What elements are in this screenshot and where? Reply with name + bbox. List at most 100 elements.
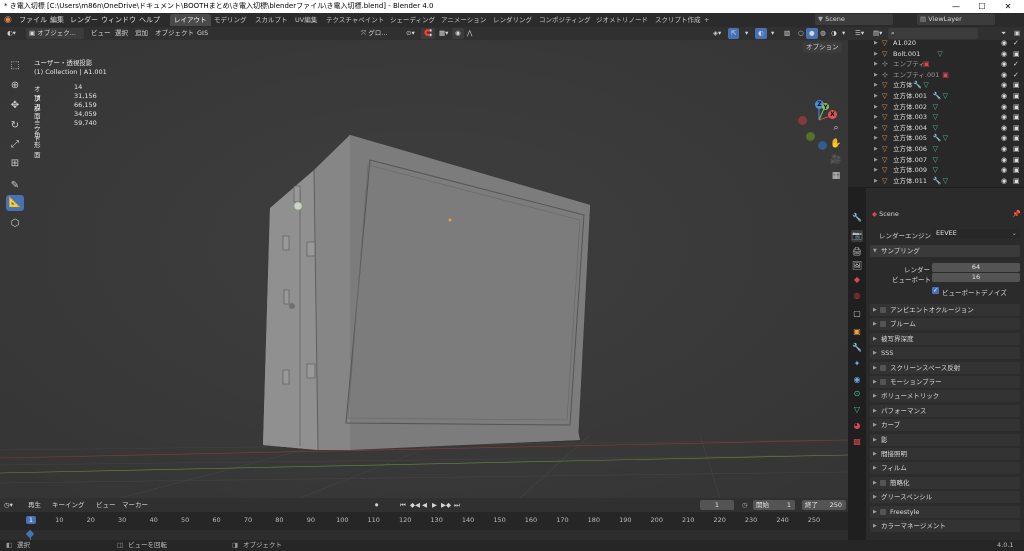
data-tab-icon[interactable]: ▽ bbox=[851, 404, 863, 416]
shading-rendered-icon[interactable]: ◑ bbox=[828, 28, 840, 39]
display-mode-icon[interactable]: ▤▾ bbox=[870, 28, 885, 39]
new-collection-icon[interactable]: ▣ bbox=[1011, 28, 1023, 39]
constraints-tab-icon[interactable]: ⊙ bbox=[851, 388, 863, 400]
overlay-toggle-icon[interactable]: ◐ bbox=[755, 28, 767, 39]
panel-collapsed[interactable]: ▶ Freestyle bbox=[870, 505, 1020, 518]
panel-collapsed[interactable]: ▶ スクリーンスペース反射 bbox=[870, 361, 1020, 374]
view-layer-selector[interactable]: ▤ ViewLayer bbox=[917, 14, 995, 25]
menu-render[interactable]: レンダー bbox=[70, 13, 98, 27]
visibility-eye-icon[interactable]: ◉ bbox=[1001, 123, 1007, 134]
move-icon[interactable]: ✥ bbox=[6, 98, 24, 114]
viewport-denoise-checkbox[interactable]: ✓ bbox=[932, 287, 939, 294]
snap-target-icon[interactable]: ▦▾ bbox=[436, 28, 451, 39]
gizmo-toggle-icon[interactable]: ⇱ bbox=[728, 28, 740, 39]
scene-selector[interactable]: ▼ Scene bbox=[815, 14, 893, 25]
visibility-eye-icon[interactable]: ◉ bbox=[1001, 91, 1007, 102]
visibility-eye-icon[interactable]: ◉ bbox=[1001, 155, 1007, 166]
panel-enable-checkbox[interactable] bbox=[880, 307, 886, 313]
viewport-samples-field[interactable]: 16 bbox=[932, 273, 1020, 282]
expand-arrow-icon[interactable]: ▶ bbox=[874, 155, 878, 166]
outliner-row[interactable]: ▶ ▽ 立方体 🔧 ▽ ◉ ▣ bbox=[848, 80, 1024, 91]
check-icon[interactable]: ✓ bbox=[1013, 70, 1019, 81]
menu-view[interactable]: ビュー bbox=[88, 28, 114, 39]
expand-arrow-icon[interactable]: ▶ bbox=[874, 40, 878, 49]
render-camera-icon[interactable]: ▣ bbox=[1013, 144, 1020, 155]
visibility-eye-icon[interactable]: ◉ bbox=[1001, 40, 1007, 49]
render-camera-icon[interactable]: ▣ bbox=[1013, 165, 1020, 176]
play-reverse-icon[interactable]: ◀ bbox=[422, 500, 427, 510]
tab-scripting[interactable]: スクリプト作成 bbox=[651, 14, 705, 26]
timeline-body[interactable] bbox=[0, 529, 848, 540]
expand-arrow-icon[interactable]: ▶ bbox=[874, 91, 878, 102]
particles-tab-icon[interactable]: ✦ bbox=[851, 358, 863, 370]
panel-sampling[interactable]: ▼ サンプリング bbox=[870, 245, 1020, 257]
tab-compositing[interactable]: コンポジティング bbox=[535, 14, 595, 26]
menu-edit[interactable]: 編集 bbox=[50, 13, 64, 27]
outliner-row[interactable]: ▶ ⊹ エンプティ ▣ ◉ ✓ bbox=[848, 59, 1024, 70]
texture-tab-icon[interactable]: ▩ bbox=[851, 436, 863, 448]
expand-arrow-icon[interactable]: ▶ bbox=[874, 133, 878, 144]
zoom-icon[interactable]: ⌕ bbox=[829, 121, 843, 135]
panel-collapsed[interactable]: ▶ ブルーム bbox=[870, 318, 1020, 331]
measure-icon[interactable]: 📐 bbox=[6, 195, 24, 211]
panel-collapsed[interactable]: ▶ 間接照明 bbox=[870, 448, 1020, 460]
view-layer-tab-icon[interactable]: 🖼 bbox=[851, 260, 863, 272]
panel-collapsed[interactable]: ▶ アンビエントオクルージョン bbox=[870, 304, 1020, 316]
panel-enable-checkbox[interactable] bbox=[880, 364, 886, 371]
gizmo-x-icon[interactable]: X bbox=[828, 110, 837, 119]
menu-gis[interactable]: GIS bbox=[194, 28, 211, 39]
expand-arrow-icon[interactable]: ▶ bbox=[874, 176, 878, 187]
tab-shading[interactable]: シェーディング bbox=[386, 14, 439, 26]
minimize-button[interactable]: — bbox=[946, 0, 966, 13]
check-icon[interactable]: ✓ bbox=[1013, 40, 1019, 49]
panel-enable-checkbox[interactable] bbox=[880, 321, 886, 328]
menu-marker[interactable]: マーカー bbox=[122, 500, 148, 510]
check-icon[interactable]: ✓ bbox=[1013, 59, 1019, 70]
visibility-eye-icon[interactable]: ◉ bbox=[1001, 59, 1007, 70]
outliner-row[interactable]: ▶ ▽ A1.020 ◉ ✓ bbox=[848, 40, 1024, 49]
panel-collapsed[interactable]: ▶ グリースペンシル bbox=[870, 491, 1020, 504]
maximize-button[interactable]: ☐ bbox=[972, 0, 992, 13]
shading-wireframe-icon[interactable]: ○ bbox=[795, 28, 807, 39]
render-camera-icon[interactable]: ▣ bbox=[1013, 155, 1020, 166]
current-frame-field[interactable]: 1 bbox=[700, 500, 734, 510]
options-button[interactable]: オプション bbox=[803, 42, 842, 53]
gizmo-neg-z-icon[interactable] bbox=[818, 141, 827, 150]
panel-collapsed[interactable]: ▶ フィルム bbox=[870, 462, 1020, 475]
panel-collapsed[interactable]: ▶ カラーマネージメント bbox=[870, 520, 1020, 532]
panel-collapsed[interactable]: ▶ カーブ bbox=[870, 419, 1020, 432]
pin-icon[interactable]: 📌 bbox=[1012, 210, 1021, 218]
render-camera-icon[interactable]: ▣ bbox=[1013, 49, 1020, 60]
panel-collapsed[interactable]: ▶ 簡略化 bbox=[870, 476, 1020, 489]
panel-collapsed[interactable]: ▶ 被写界深度 bbox=[870, 332, 1020, 345]
gizmo-neg-x-icon[interactable] bbox=[798, 116, 807, 125]
outliner-row[interactable]: ▶ ▽ 立方体.011 🔧 ▽ ◉ ▣ bbox=[848, 176, 1024, 187]
tab-rendering[interactable]: レンダリング bbox=[489, 14, 536, 26]
shading-dropdown-icon[interactable]: ▾ bbox=[839, 28, 848, 39]
falloff-icon[interactable]: ⋀ bbox=[464, 28, 475, 39]
render-camera-icon[interactable]: ▣ bbox=[1013, 112, 1020, 123]
render-samples-field[interactable]: 64 bbox=[932, 263, 1020, 272]
scale-icon[interactable]: ⤢ bbox=[6, 137, 24, 153]
expand-arrow-icon[interactable]: ▶ bbox=[874, 165, 878, 176]
outliner-editor-icon[interactable]: ☰▾ bbox=[852, 28, 867, 39]
physics-tab-icon[interactable]: ◉ bbox=[851, 374, 863, 386]
visibility-eye-icon[interactable]: ◉ bbox=[1001, 80, 1007, 91]
render-tab-icon[interactable]: 📷 bbox=[851, 230, 863, 242]
tab-modeling[interactable]: モデリング bbox=[210, 14, 251, 26]
expand-arrow-icon[interactable]: ▶ bbox=[874, 123, 878, 134]
modifier-tab-icon[interactable]: 🔧 bbox=[851, 342, 863, 354]
close-button[interactable]: ✕ bbox=[998, 0, 1018, 13]
visibility-icon[interactable]: ◈▾ bbox=[710, 28, 724, 39]
start-frame-field[interactable]: 開始 1 bbox=[753, 500, 795, 510]
expand-arrow-icon[interactable]: ▶ bbox=[874, 112, 878, 123]
visibility-eye-icon[interactable]: ◉ bbox=[1001, 176, 1007, 187]
menu-help[interactable]: ヘルプ bbox=[139, 13, 160, 27]
world-tab-icon[interactable]: ◍ bbox=[851, 290, 863, 302]
shading-solid-icon[interactable]: ● bbox=[806, 28, 818, 39]
gizmo-neg-y-icon[interactable] bbox=[806, 132, 815, 141]
panel-collapsed[interactable]: ▶ SSS bbox=[870, 347, 1020, 360]
outliner-row[interactable]: ▶ ▽ 立方体.005 🔧 ▽ ◉ ▣ bbox=[848, 133, 1024, 144]
timeline-editor-icon[interactable]: ◷▾ bbox=[4, 500, 13, 510]
add-cube-icon[interactable]: ⬡ bbox=[6, 216, 24, 232]
